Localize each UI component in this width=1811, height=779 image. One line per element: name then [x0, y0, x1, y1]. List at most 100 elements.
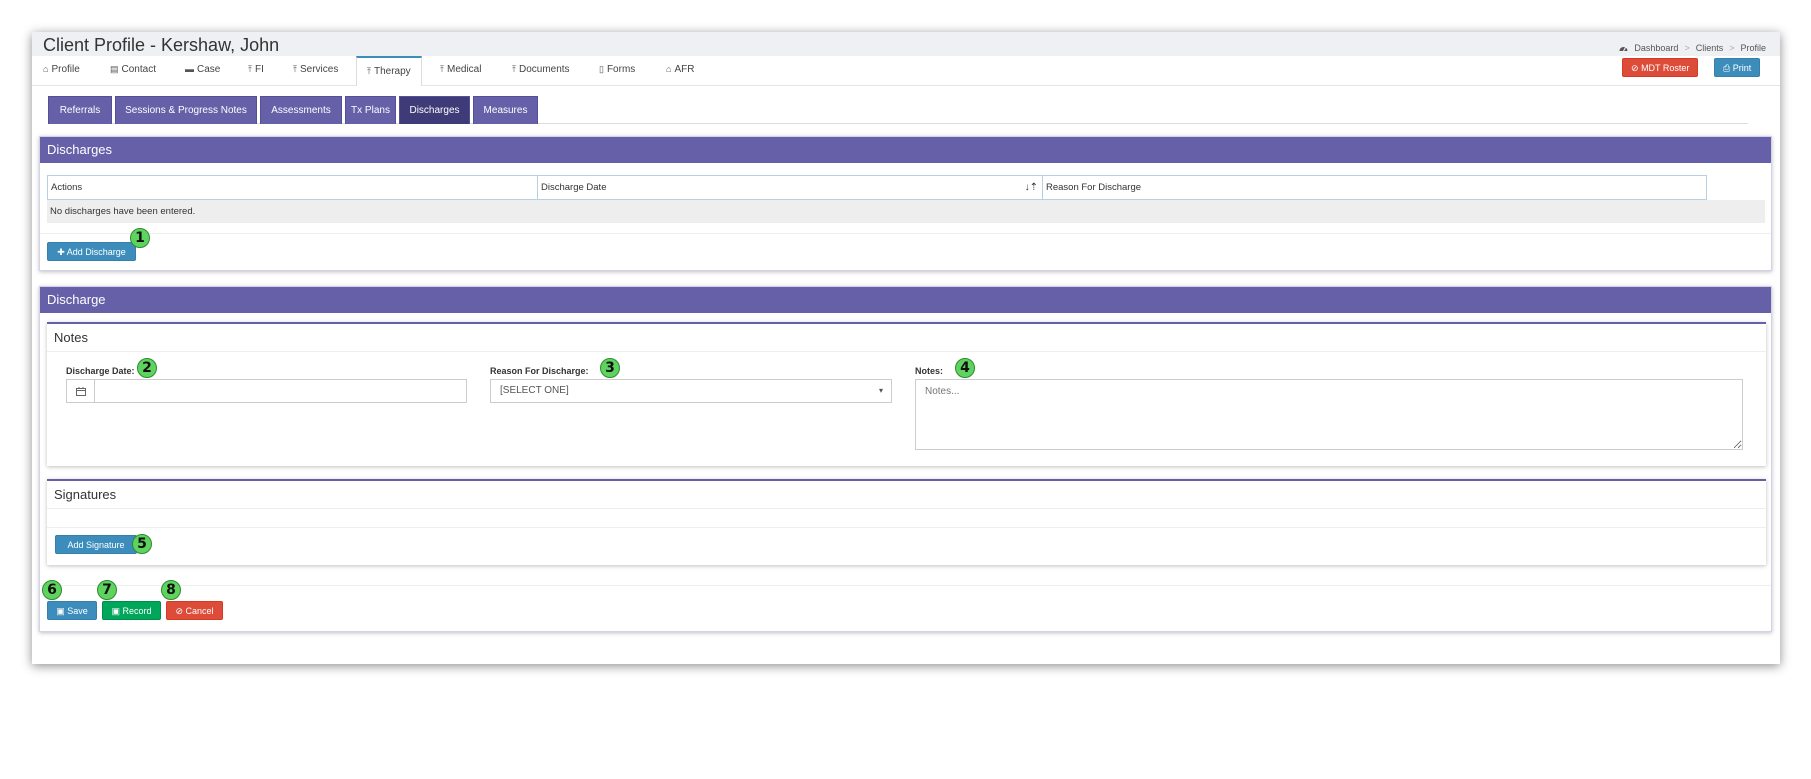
discharges-panel: Discharges Actions Discharge Date ↓⇡ Rea… — [39, 136, 1772, 271]
calendar-icon — [76, 387, 86, 396]
breadcrumb-dashboard[interactable]: Dashboard — [1634, 43, 1678, 53]
subtab-sessions-progress-notes[interactable]: Sessions & Progress Notes — [115, 96, 257, 124]
save-label: Save — [67, 606, 88, 616]
discharge-date-label: Discharge Date: — [66, 366, 135, 376]
tab-label: Contact — [121, 64, 156, 75]
pin-icon: ⤒ — [512, 64, 516, 74]
marker-5: 5 — [132, 534, 152, 554]
signatures-card-title: Signatures — [47, 481, 1766, 509]
ban-icon: ⊘ — [175, 606, 183, 616]
save-button[interactable]: ▣ Save — [47, 601, 97, 620]
tab-label: AFR — [674, 64, 695, 75]
subtab-measures[interactable]: Measures — [473, 96, 538, 124]
page-title: Client Profile - Kershaw, John — [43, 35, 280, 55]
file-icon: ▯ — [599, 64, 604, 74]
marker-7: 7 — [97, 580, 117, 600]
print-button[interactable]: ⎙ Print — [1714, 58, 1761, 77]
column-reason-for-discharge: Reason For Discharge — [1042, 176, 1706, 199]
notes-card: Notes Discharge Date: 2 Reason For Disch… — [47, 322, 1766, 466]
record-label: Record — [122, 606, 152, 616]
discharges-grid-header: Actions Discharge Date ↓⇡ Reason For Dis… — [47, 175, 1707, 200]
tab-contact[interactable]: ▤ Contact — [110, 56, 156, 86]
marker-6: 6 — [42, 580, 62, 600]
notes-textarea[interactable] — [915, 379, 1743, 450]
breadcrumb: Dashboard > Clients > Profile — [1619, 43, 1766, 53]
reason-selected-value: [SELECT ONE] — [500, 385, 569, 396]
home-icon: ⌂ — [43, 64, 49, 74]
record-button[interactable]: ▣ Record — [102, 601, 161, 620]
add-signature-button[interactable]: Add Signature — [55, 535, 137, 554]
marker-2: 2 — [137, 358, 157, 378]
pin-icon: ⤒ — [367, 66, 371, 76]
pin-icon: ⤒ — [440, 64, 444, 74]
add-discharge-button[interactable]: ✚ Add Discharge — [47, 242, 136, 261]
tab-forms[interactable]: ▯ Forms — [599, 56, 635, 86]
dashboard-icon — [1619, 43, 1628, 53]
cancel-button[interactable]: ⊘ Cancel — [166, 601, 223, 620]
add-discharge-label: Add Discharge — [66, 247, 126, 257]
discharge-date-input[interactable] — [94, 379, 467, 403]
tab-label: Documents — [518, 64, 570, 75]
breadcrumb-clients[interactable]: Clients — [1696, 43, 1724, 53]
subtab-tx-plans[interactable]: Tx Plans — [345, 96, 396, 124]
grid-empty-message: No discharges have been entered. — [47, 200, 1765, 223]
pin-icon: ⤒ — [248, 64, 252, 74]
floppy-icon: ▣ — [56, 606, 65, 616]
sub-tabs: Referrals Sessions & Progress Notes Asse… — [48, 96, 1748, 124]
tab-label: Forms — [606, 64, 636, 75]
plus-icon: ✚ — [57, 247, 65, 257]
breadcrumb-separator: > — [1684, 43, 1690, 53]
marker-4: 4 — [955, 358, 975, 378]
tab-label: FI — [254, 64, 264, 75]
tab-label: Services — [299, 64, 339, 75]
breadcrumb-profile: Profile — [1740, 43, 1766, 53]
print-label: Print — [1732, 63, 1752, 73]
tab-medical[interactable]: ⤒ Medical — [440, 56, 481, 86]
tab-profile[interactable]: ⌂ Profile — [43, 56, 80, 86]
calendar-addon[interactable] — [66, 379, 95, 403]
tab-therapy[interactable]: ⤒ Therapy — [356, 56, 422, 86]
notes-card-title: Notes — [47, 324, 1766, 352]
tab-label: Medical — [446, 64, 482, 75]
briefcase-icon: ▬ — [185, 64, 194, 74]
tab-case[interactable]: ▬ Case — [185, 56, 220, 86]
tab-label: Therapy — [373, 66, 411, 77]
divider — [40, 233, 1771, 234]
column-discharge-date[interactable]: Discharge Date ↓⇡ — [537, 176, 1042, 199]
contact-card-icon: ▤ — [110, 64, 119, 74]
marker-8: 8 — [161, 580, 181, 600]
tab-afr[interactable]: ⌂ AFR — [666, 56, 694, 86]
marker-1: 1 — [130, 228, 150, 248]
signatures-card: Signatures Add Signature 5 — [47, 479, 1766, 565]
top-nav-tabs: ⌂ Profile ▤ Contact ▬ Case ⤒ FI ⤒ Services ⤒ T… — [32, 56, 1780, 86]
reason-for-discharge-select[interactable]: [SELECT ONE] ▾ — [490, 379, 892, 403]
tab-fi[interactable]: ⤒ FI — [248, 56, 264, 86]
column-label: Discharge Date — [541, 182, 607, 193]
discharge-panel-title: Discharge — [40, 287, 1771, 313]
tab-documents[interactable]: ⤒ Documents — [512, 56, 570, 86]
ban-icon: ⊘ — [1631, 63, 1639, 73]
floppy-icon: ▣ — [111, 606, 120, 616]
reason-for-discharge-label: Reason For Discharge: — [490, 366, 589, 376]
breadcrumb-separator: > — [1729, 43, 1735, 53]
divider — [40, 585, 1771, 586]
notes-label: Notes: — [915, 366, 944, 376]
caret-down-icon: ▾ — [878, 386, 883, 395]
title-bar: Client Profile - Kershaw, John Dashboard… — [32, 32, 1780, 56]
tab-services[interactable]: ⤒ Services — [293, 56, 338, 86]
column-actions: Actions — [51, 182, 83, 193]
home-icon: ⌂ — [666, 64, 672, 74]
sort-icon[interactable]: ↓⇡ — [1025, 176, 1038, 199]
printer-icon: ⎙ — [1723, 63, 1731, 73]
subtab-assessments[interactable]: Assessments — [260, 96, 342, 124]
cancel-label: Cancel — [185, 606, 214, 616]
discharges-panel-title: Discharges — [40, 137, 1771, 163]
tab-label: Profile — [51, 64, 80, 75]
mdt-roster-button[interactable]: ⊘ MDT Roster — [1622, 58, 1699, 77]
subtab-referrals[interactable]: Referrals — [48, 96, 112, 124]
marker-3: 3 — [600, 358, 620, 378]
divider — [47, 527, 1766, 528]
discharge-panel: Discharge Notes Discharge Date: 2 Reason… — [39, 286, 1772, 632]
subtab-discharges[interactable]: Discharges — [399, 96, 470, 124]
pin-icon: ⤒ — [293, 64, 297, 74]
